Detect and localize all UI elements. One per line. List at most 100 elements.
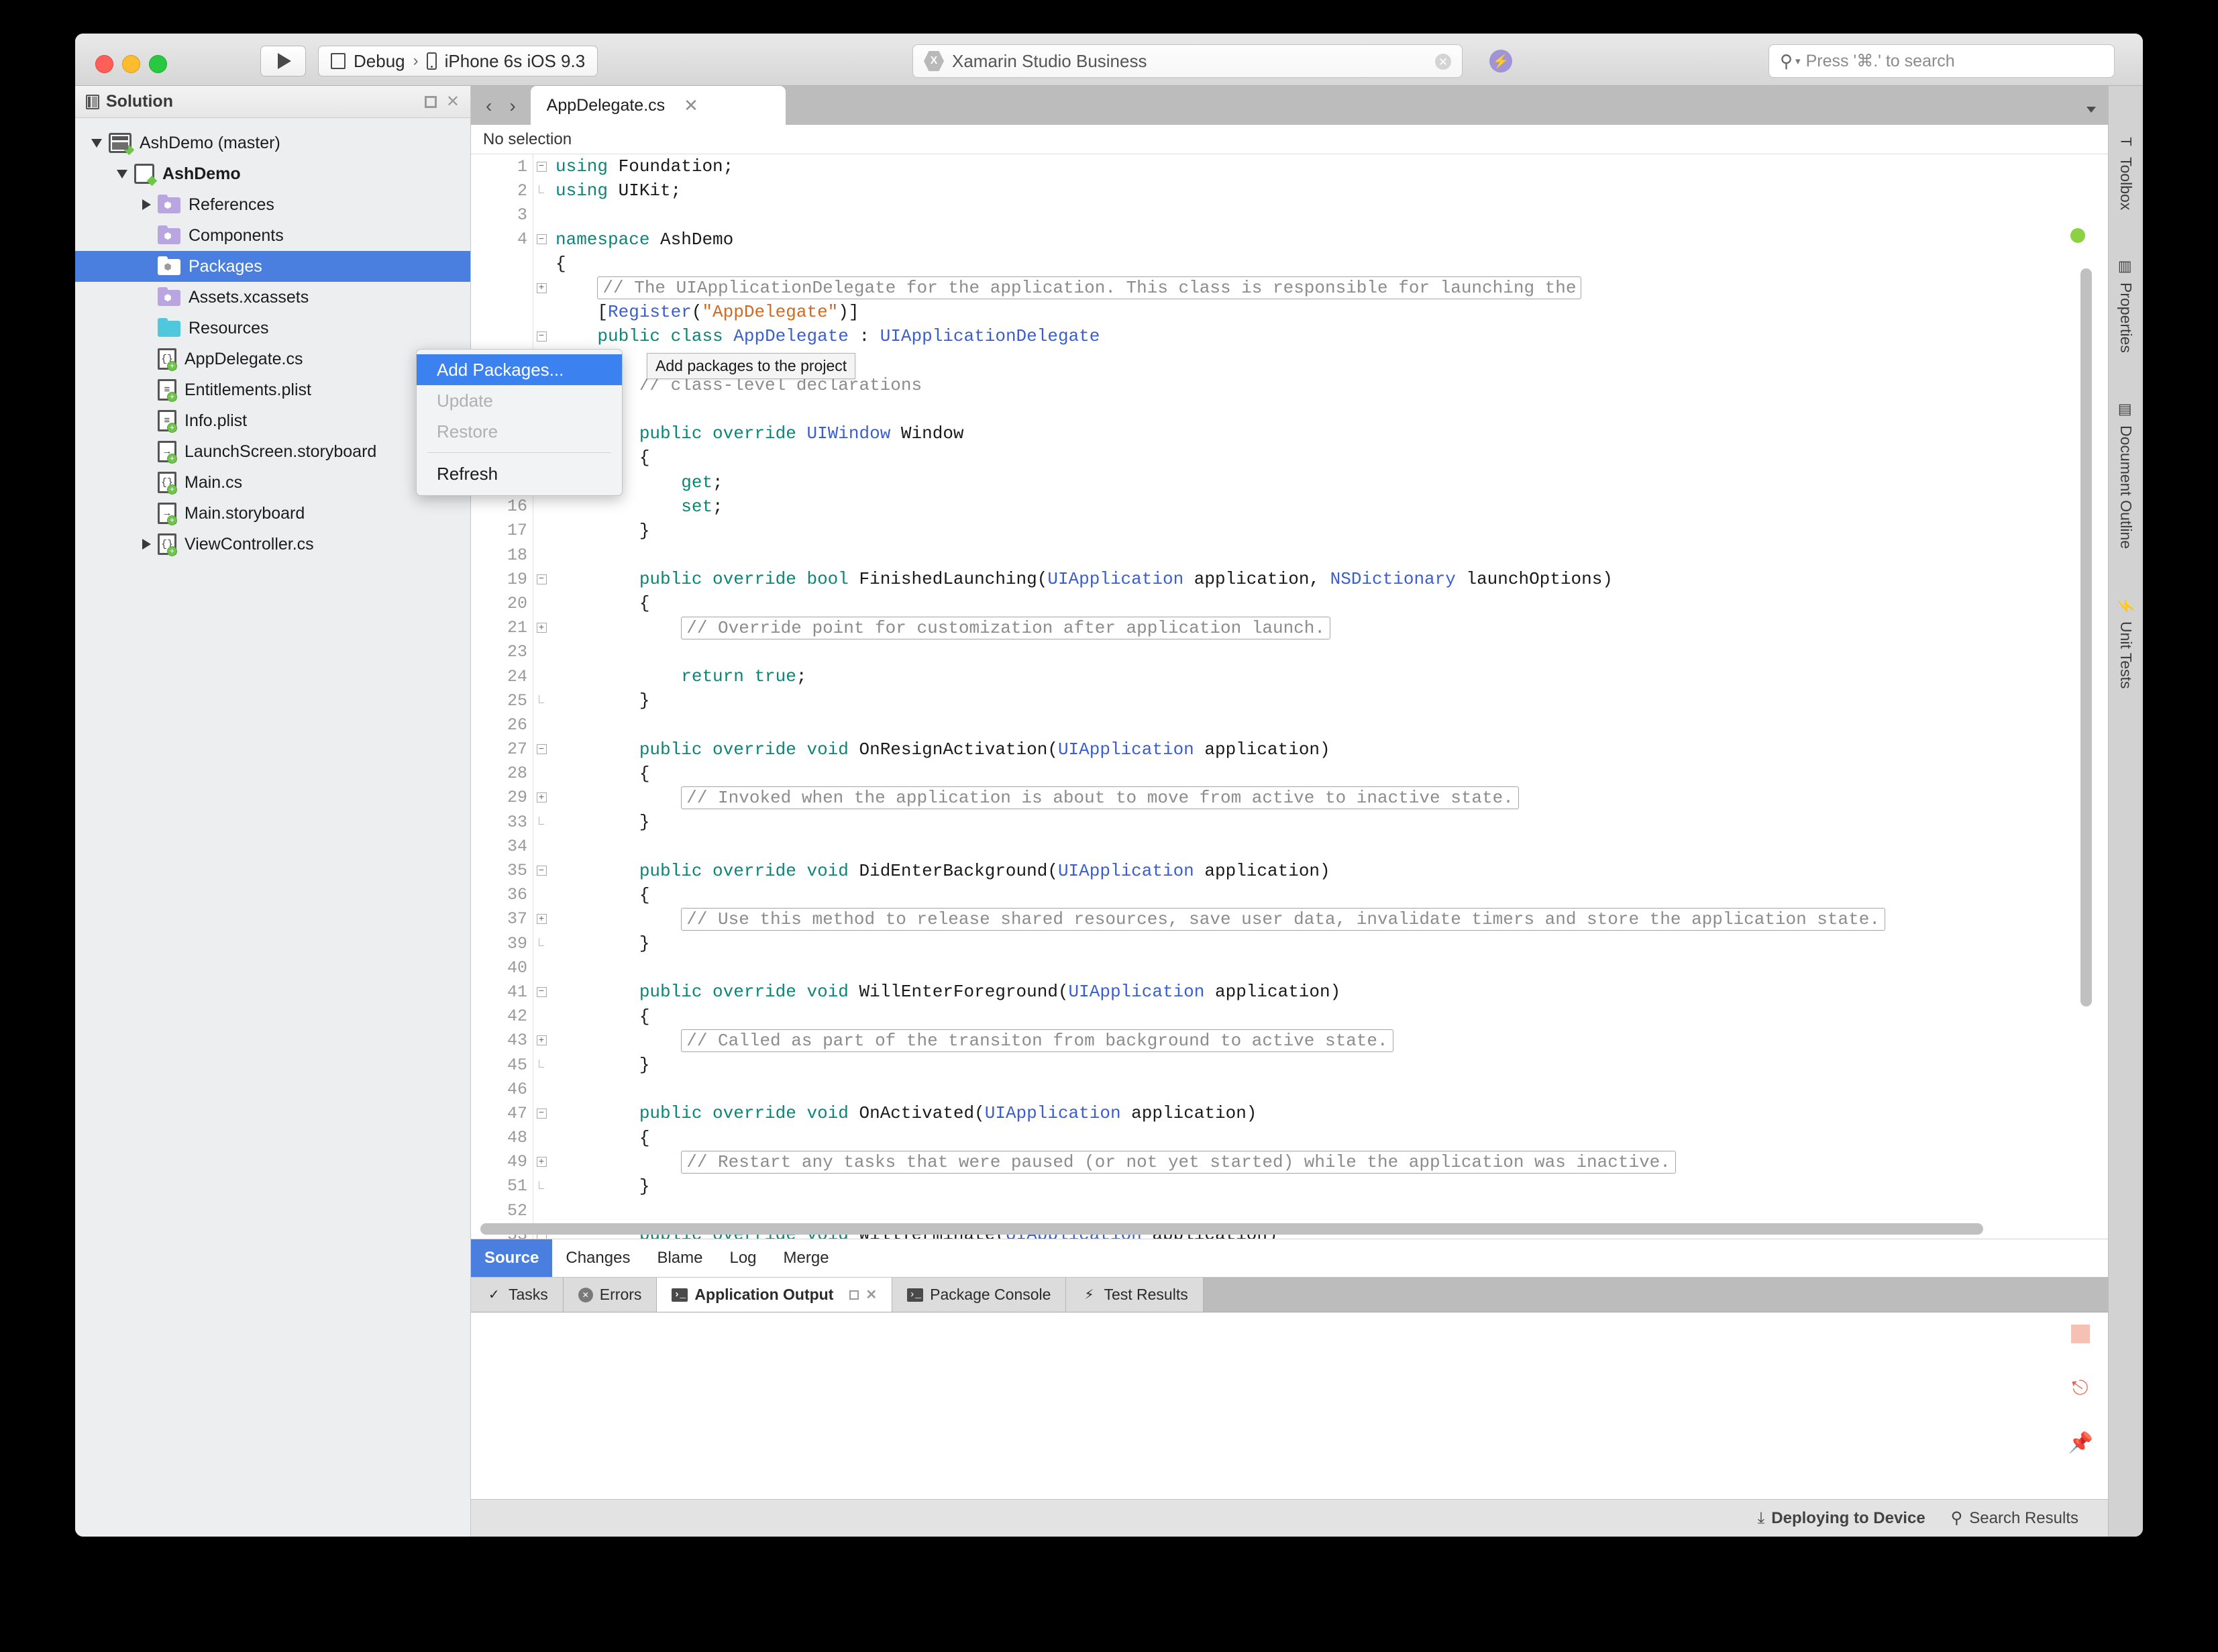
code-text: } [556, 690, 650, 711]
close-output-button[interactable]: ✕ [865, 1288, 877, 1302]
tree-item-assets-xcassets[interactable]: ⬢ Assets.xcassets [75, 282, 470, 313]
code-line: 37 + // Use this method to release shared… [471, 907, 2108, 931]
tree-item-references[interactable]: ⬢ References [75, 189, 470, 220]
configuration-label: Debug [354, 50, 405, 71]
folder-purple-icon: ⬢ [158, 195, 180, 215]
close-pad-button[interactable]: ✕ [446, 93, 460, 110]
dock-item-unit-tests[interactable]: ⚡ Unit Tests [2117, 597, 2135, 689]
packages-context-menu[interactable]: Add Packages... Update Restore Refresh [416, 349, 623, 496]
dock-item-toolbox[interactable]: T Toolbox [2117, 133, 2135, 210]
tree-item-main-cs[interactable]: {} + Main.cs [75, 467, 470, 498]
menu-separator [427, 452, 611, 453]
tree-item-viewcontroller-cs[interactable]: {} + ViewController.cs [75, 529, 470, 560]
fold-toggle-icon[interactable]: − [533, 161, 550, 172]
fold-toggle-icon[interactable]: − [533, 234, 550, 245]
close-window-button[interactable] [95, 55, 113, 73]
code-text: public override bool FinishedLaunching(U… [639, 569, 1613, 590]
nav-back-icon[interactable]: ‹ [486, 97, 492, 115]
fold-toggle-icon[interactable]: + [533, 914, 550, 925]
search-results-status[interactable]: ⚲ Search Results [1951, 1508, 2078, 1528]
tree-item-main-storyboard[interactable]: → + Main.storyboard [75, 498, 470, 529]
close-tab-icon[interactable]: ✕ [684, 97, 698, 114]
dock-document-outline-icon: ▥ [2117, 403, 2135, 417]
tree-item-resources[interactable]: Resources [75, 313, 470, 344]
tree-item-packages[interactable]: ⬢ Packages [75, 251, 470, 282]
output-tab-package-console[interactable]: ›_ Package Console [892, 1278, 1067, 1312]
tab-source[interactable]: Source [471, 1239, 553, 1277]
project-icon [134, 164, 158, 187]
tree-item-appdelegate-cs[interactable]: {} + AppDelegate.cs [75, 344, 470, 374]
line-number: 35 [507, 861, 527, 881]
fold-toggle-icon[interactable]: − [533, 744, 550, 755]
fold-toggle-icon[interactable]: − [533, 574, 550, 584]
fold-toggle-icon[interactable]: − [533, 1108, 550, 1119]
output-pad-tabs: ✓ Tasks ✕ Errors ›_ Application Output ✕ ›_ Pack… [471, 1278, 2108, 1312]
pin-pad-button[interactable] [424, 95, 437, 108]
configuration-selector[interactable]: Debug › iPhone 6s iOS 9.3 [318, 46, 598, 76]
disclosure-triangle-icon[interactable] [142, 199, 151, 210]
pin-output-button[interactable] [849, 1290, 859, 1300]
output-tab-errors[interactable]: ✕ Errors [563, 1278, 657, 1312]
dock-item-properties[interactable]: ▤ Properties [2117, 258, 2135, 353]
code-line: 45 } [471, 1053, 2108, 1077]
fold-toggle-icon[interactable]: + [533, 792, 550, 803]
disclosure-triangle-icon[interactable] [91, 138, 102, 148]
fold-toggle-icon[interactable]: − [533, 866, 550, 876]
output-pad-body[interactable]: ⎋ 📌 [471, 1312, 2108, 1499]
eraser-icon[interactable]: ⎋ [2071, 1376, 2091, 1400]
disclosure-triangle-icon[interactable] [117, 169, 127, 178]
fold-toggle-icon[interactable]: + [533, 282, 550, 293]
play-icon [278, 53, 291, 69]
search-input[interactable]: ⚲ ▾ Press '⌘.' to search [1768, 44, 2115, 78]
tab-merge[interactable]: Merge [770, 1239, 843, 1277]
tree-item-launchscreen-storyboard[interactable]: → + LaunchScreen.storyboard [75, 436, 470, 467]
output-tab-tasks[interactable]: ✓ Tasks [471, 1278, 564, 1312]
fold-toggle-icon[interactable]: − [533, 986, 550, 997]
color-swatch-icon[interactable] [2071, 1325, 2091, 1343]
tree-item-ashdemo[interactable]: AshDemo [75, 158, 470, 189]
version-control-tabs: Source Changes Blame Log Merge [471, 1239, 2108, 1278]
tab-overflow-icon[interactable] [2087, 107, 2096, 113]
tree-item-info-plist[interactable]: ≡ + Info.plist [75, 405, 470, 436]
fold-toggle-icon[interactable]: + [533, 1157, 550, 1168]
nav-forward-icon[interactable]: › [509, 97, 515, 115]
code-text: // Restart any tasks that were paused (o… [550, 1150, 1676, 1174]
tab-log[interactable]: Log [716, 1239, 770, 1277]
lightning-badge-icon[interactable]: ⚡ [1489, 50, 1512, 72]
vertical-scrollbar[interactable] [2080, 268, 2092, 1006]
menu-item-refresh[interactable]: Refresh [417, 458, 622, 489]
fold-toggle-icon[interactable]: + [533, 1035, 550, 1046]
tab-changes[interactable]: Changes [552, 1239, 643, 1277]
menu-item-add-packages[interactable]: Add Packages... [417, 354, 622, 385]
tree-item-ashdemo-master[interactable]: AshDemo (master) [75, 127, 470, 158]
line-number: 39 [507, 933, 527, 953]
tab-appdelegate-cs[interactable]: AppDelegate.cs ✕ [530, 86, 786, 125]
fold-toggle-icon[interactable]: − [533, 331, 550, 342]
tree-item-components[interactable]: ⬢ Components [75, 220, 470, 251]
deploy-status[interactable]: ⤓ Deploying to Device [1758, 1509, 1925, 1528]
dock-item-document-outline[interactable]: ▥ Document Outline [2117, 401, 2135, 549]
fold-toggle-icon [533, 185, 550, 196]
code-line: 34 [471, 834, 2108, 858]
code-line: 15 get; [471, 470, 2108, 494]
output-tab-label: Package Console [930, 1286, 1051, 1303]
fold-toggle-icon[interactable]: + [533, 623, 550, 633]
disclosure-triangle-icon[interactable] [142, 539, 151, 550]
output-tab-test-results[interactable]: ⚡ Test Results [1066, 1278, 1204, 1312]
horizontal-scrollbar[interactable] [480, 1223, 1983, 1235]
tree-item-entitlements-plist[interactable]: ≡ + Entitlements.plist [75, 374, 470, 405]
output-tab-application-output[interactable]: ›_ Application Output ✕ [657, 1278, 893, 1312]
status-stop-icon[interactable]: ✕ [1435, 54, 1451, 70]
code-editor[interactable]: 1− using Foundation; 2 using UIKit; 3 4− names… [471, 154, 2108, 1239]
code-text: // Called as part of the transiton from … [550, 1029, 1393, 1052]
solution-tree: AshDemo (master) AshDemo ⬢ References ⬢ Compo… [75, 118, 470, 560]
xamarin-logo-icon: X [924, 51, 944, 71]
pin-icon[interactable]: 📌 [2068, 1433, 2093, 1453]
run-button[interactable] [260, 46, 306, 76]
output-tab-label: Tasks [509, 1286, 548, 1303]
maximize-window-button[interactable] [149, 55, 167, 73]
tab-blame[interactable]: Blame [643, 1239, 716, 1277]
minimize-window-button[interactable] [122, 55, 140, 73]
